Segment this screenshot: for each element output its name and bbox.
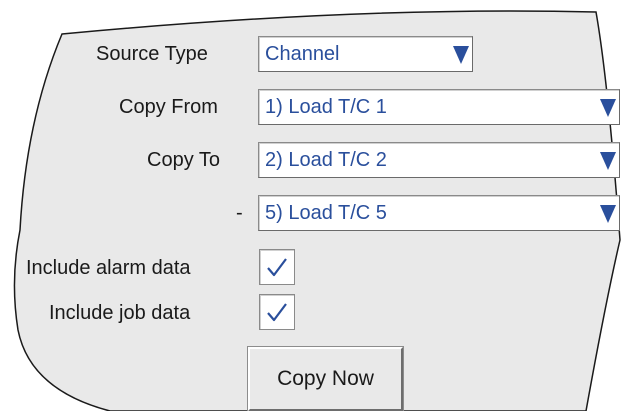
copy-to-value: 2) Load T/C 2 (265, 149, 387, 171)
triangle-down-icon (600, 205, 616, 223)
copy-to-dropdown[interactable]: 2) Load T/C 2 (258, 142, 620, 178)
copy-from-value: 1) Load T/C 1 (265, 96, 387, 118)
source-type-dropdown[interactable]: Channel (258, 36, 473, 72)
range-end-label: - (236, 202, 243, 224)
copy-from-dropdown[interactable]: 1) Load T/C 1 (258, 89, 620, 125)
include-alarm-label: Include alarm data (26, 257, 191, 279)
range-end-dropdown[interactable]: 5) Load T/C 5 (258, 195, 620, 231)
include-alarm-checkbox[interactable] (259, 249, 295, 285)
copy-to-label: Copy To (147, 149, 221, 171)
triangle-down-icon (453, 46, 469, 64)
triangle-down-icon (600, 99, 616, 117)
copy-now-button[interactable]: Copy Now (247, 346, 404, 411)
copy-from-label: Copy From (119, 96, 218, 118)
triangle-down-icon (600, 152, 616, 170)
include-job-checkbox[interactable] (259, 294, 295, 330)
checkmark-icon (267, 303, 287, 322)
source-type-value: Channel (265, 43, 340, 65)
checkmark-icon (267, 258, 287, 277)
include-job-label: Include job data (49, 302, 191, 324)
source-type-label: Source Type (96, 43, 208, 65)
copy-now-label: Copy Now (277, 367, 374, 390)
range-end-value: 5) Load T/C 5 (265, 202, 387, 224)
